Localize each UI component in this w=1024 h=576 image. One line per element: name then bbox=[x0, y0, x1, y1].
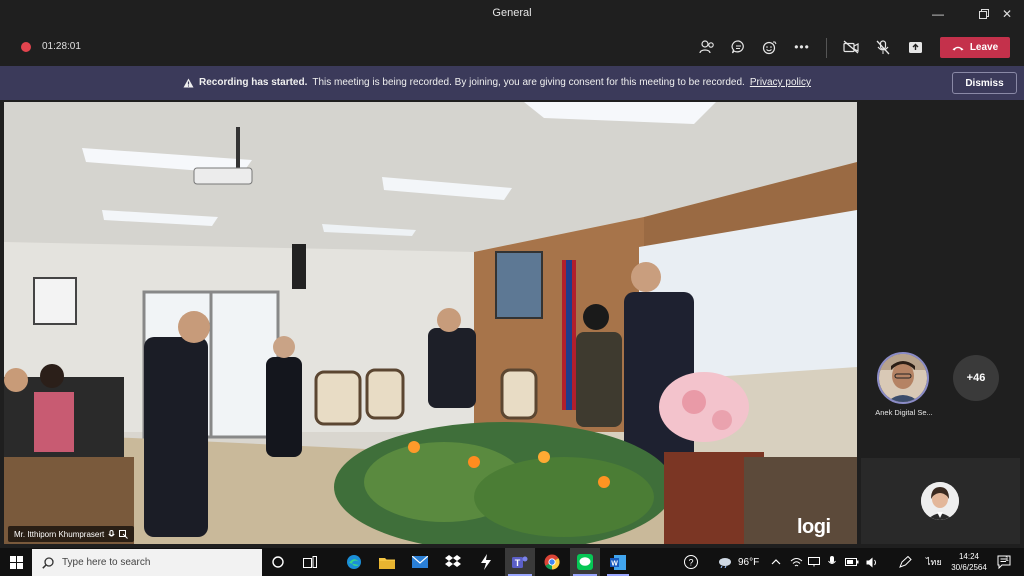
battery-icon bbox=[845, 558, 859, 566]
pin-icon[interactable] bbox=[119, 529, 129, 539]
banner-message: This meeting is being recorded. By joini… bbox=[312, 77, 745, 88]
chrome-icon bbox=[544, 554, 560, 570]
camera-off-icon bbox=[843, 40, 859, 54]
taskbar-app-bolt[interactable] bbox=[472, 548, 500, 576]
tray-battery[interactable] bbox=[844, 548, 860, 576]
help-icon: ? bbox=[684, 555, 698, 569]
dropbox-icon bbox=[445, 555, 461, 567]
taskbar-chrome[interactable] bbox=[538, 548, 566, 576]
banner-headline: Recording has started. bbox=[199, 77, 308, 88]
reactions-button[interactable] bbox=[759, 37, 781, 57]
search-placeholder: Type here to search bbox=[62, 557, 151, 568]
self-photo bbox=[921, 482, 959, 520]
weather-widget[interactable] bbox=[716, 548, 734, 576]
svg-text:?: ? bbox=[688, 558, 693, 568]
people-icon bbox=[699, 40, 714, 54]
tray-wifi[interactable] bbox=[788, 548, 804, 576]
chat-button[interactable] bbox=[727, 37, 749, 57]
participants-button[interactable] bbox=[696, 37, 718, 57]
meeting-timer: 01:28:01 bbox=[42, 41, 81, 52]
presenter-name-tag: Mr. Itthiporn Khumprasert bbox=[8, 526, 135, 542]
tray-mic[interactable] bbox=[824, 548, 840, 576]
taskbar-mail[interactable] bbox=[406, 548, 434, 576]
weather-temp: 96°F bbox=[738, 556, 760, 568]
restore-icon bbox=[979, 9, 989, 19]
participant-photo bbox=[879, 354, 927, 402]
line-icon bbox=[577, 554, 593, 570]
camera-toggle-button[interactable] bbox=[840, 37, 862, 57]
tray-display[interactable] bbox=[806, 548, 822, 576]
edge-icon bbox=[347, 555, 361, 569]
teams-icon: T bbox=[512, 556, 528, 568]
conference-room-scene bbox=[4, 102, 857, 544]
clock-time: 14:24 bbox=[958, 552, 980, 561]
weather-icon bbox=[719, 558, 731, 568]
mail-icon bbox=[412, 556, 428, 568]
taskbar-teams[interactable]: T bbox=[505, 548, 535, 576]
cortana-icon bbox=[272, 556, 284, 568]
tray-overflow-button[interactable] bbox=[768, 548, 784, 576]
mic-toggle-button[interactable] bbox=[872, 37, 894, 57]
self-avatar bbox=[921, 482, 959, 520]
more-actions-button[interactable]: ••• bbox=[791, 37, 813, 57]
svg-text:W: W bbox=[611, 560, 618, 567]
taskbar-word[interactable]: W bbox=[604, 548, 632, 576]
monitor-icon bbox=[808, 557, 820, 567]
word-icon: W bbox=[610, 554, 626, 570]
start-button[interactable] bbox=[0, 548, 32, 576]
bolt-icon bbox=[481, 554, 491, 570]
tray-pen[interactable] bbox=[886, 548, 924, 576]
toolbar-divider bbox=[826, 38, 827, 58]
notifications-button[interactable] bbox=[994, 548, 1014, 576]
close-window-button[interactable]: ✕ bbox=[990, 0, 1024, 28]
wifi-icon bbox=[790, 557, 802, 566]
recording-banner: Recording has started. This meeting is b… bbox=[0, 66, 1024, 100]
task-view-button[interactable] bbox=[296, 548, 324, 576]
folder-icon bbox=[379, 557, 395, 569]
taskbar-file-explorer[interactable] bbox=[373, 548, 401, 576]
minimize-button[interactable]: — bbox=[921, 0, 955, 28]
svg-text:T: T bbox=[515, 558, 521, 568]
share-screen-button[interactable] bbox=[904, 37, 926, 57]
clock-date: 30/6/2564 bbox=[951, 563, 987, 572]
warning-icon bbox=[183, 78, 194, 87]
chevron-up-icon bbox=[771, 559, 781, 565]
privacy-policy-link[interactable]: Privacy policy bbox=[750, 77, 811, 88]
hangup-icon bbox=[952, 46, 964, 50]
pen-icon bbox=[898, 556, 912, 568]
cortana-button[interactable] bbox=[264, 548, 292, 576]
more-participants-button[interactable]: +46 bbox=[953, 355, 999, 401]
windows-icon bbox=[9, 555, 23, 569]
input-language[interactable]: ไทย bbox=[926, 548, 942, 576]
participant-name: Anek Digital Se... bbox=[875, 408, 933, 417]
camera-brand-logo: logi bbox=[797, 516, 831, 538]
reaction-icon bbox=[762, 41, 777, 54]
presenter-video bbox=[4, 102, 857, 544]
mic-icon bbox=[108, 529, 115, 536]
help-button[interactable]: ? bbox=[680, 548, 702, 576]
taskbar-search-box[interactable]: Type here to search bbox=[32, 549, 262, 576]
taskbar-dropbox[interactable] bbox=[439, 548, 467, 576]
participant-avatar[interactable] bbox=[877, 352, 929, 404]
window-title: General bbox=[492, 7, 532, 19]
recording-indicator-icon bbox=[21, 42, 31, 52]
dismiss-button[interactable]: Dismiss bbox=[952, 72, 1017, 94]
mic-tray-icon bbox=[828, 556, 836, 564]
tray-volume[interactable] bbox=[864, 548, 880, 576]
meeting-control-bar: 01:28:01 ••• Leave bbox=[0, 28, 1024, 66]
share-tray-icon bbox=[908, 41, 922, 53]
taskbar-line[interactable] bbox=[570, 548, 600, 576]
leave-label: Leave bbox=[969, 42, 999, 53]
window-title-bar: General — ✕ bbox=[0, 0, 1024, 28]
taskbar-edge[interactable] bbox=[340, 548, 368, 576]
leave-button[interactable]: Leave bbox=[940, 37, 1010, 58]
task-view-icon bbox=[303, 556, 317, 568]
mic-off-icon bbox=[876, 39, 890, 54]
volume-icon bbox=[866, 557, 876, 567]
notification-count: 1 bbox=[1005, 556, 1009, 563]
search-icon bbox=[42, 556, 54, 569]
system-clock[interactable]: 14:24 30/6/2564 bbox=[948, 551, 990, 573]
presenter-name: Mr. Itthiporn Khumprasert bbox=[14, 529, 105, 539]
chat-icon bbox=[731, 40, 744, 54]
